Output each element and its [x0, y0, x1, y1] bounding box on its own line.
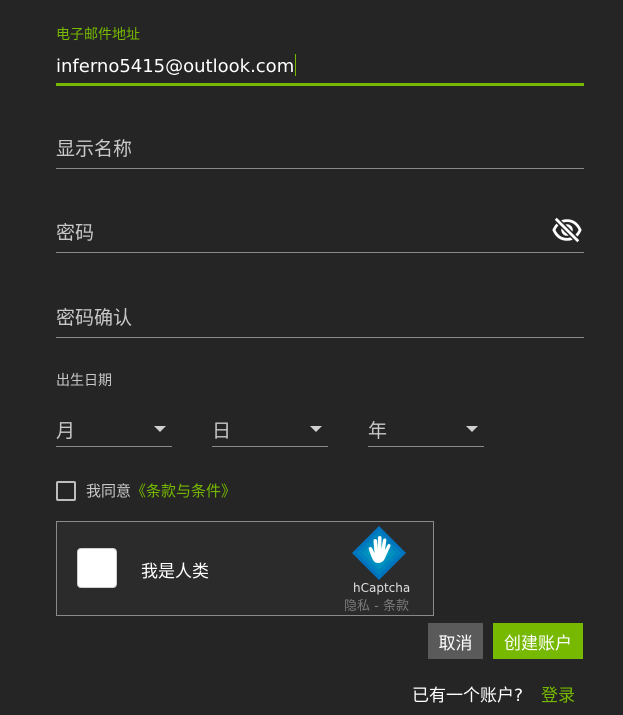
login-question: 已有一个账户?	[412, 686, 524, 706]
terms-link[interactable]: 《条款与条件》	[131, 480, 236, 501]
captcha-privacy-link[interactable]: 隐私	[344, 599, 370, 614]
terms-row: 我同意 《条款与条件》	[56, 480, 236, 501]
email-label: 电子邮件地址	[56, 27, 140, 43]
day-select-value: 日	[212, 420, 232, 442]
hcaptcha-logo-icon	[352, 526, 406, 580]
chevron-down-icon	[466, 426, 478, 432]
captcha-separator: -	[370, 599, 383, 614]
email-value: inferno5415@outlook.com	[56, 56, 295, 77]
birthdate-label: 出生日期	[56, 373, 112, 389]
chevron-down-icon	[310, 426, 322, 432]
year-underline	[368, 446, 484, 447]
month-select-value: 月	[56, 420, 76, 442]
captcha-terms-link[interactable]: 条款	[383, 599, 409, 614]
captcha-links: 隐私 - 条款	[344, 595, 409, 614]
terms-checkbox[interactable]	[56, 480, 76, 501]
display-name-field[interactable]: 显示名称	[56, 134, 584, 170]
eye-off-icon[interactable]	[552, 215, 582, 245]
captcha-widget: 我是人类 hCaptcha 隐私 - 条款	[56, 521, 434, 616]
password-placeholder: 密码	[56, 222, 95, 244]
cancel-button[interactable]: 取消	[428, 623, 483, 659]
captcha-label: 我是人类	[141, 562, 209, 582]
email-underline	[56, 83, 584, 86]
password-underline	[56, 252, 584, 253]
password-confirm-placeholder: 密码确认	[56, 307, 133, 329]
chevron-down-icon	[154, 426, 166, 432]
day-underline	[212, 446, 328, 447]
terms-prefix: 我同意	[86, 482, 132, 500]
email-input[interactable]: inferno5415@outlook.com	[56, 54, 297, 77]
email-field[interactable]: 电子邮件地址 inferno5415@outlook.com	[56, 24, 584, 86]
password-confirm-field[interactable]: 密码确认	[56, 303, 584, 339]
month-select[interactable]: 月	[56, 412, 172, 448]
display-name-placeholder: 显示名称	[56, 138, 133, 160]
captcha-checkbox[interactable]	[77, 548, 117, 588]
year-select-value: 年	[368, 420, 388, 442]
text-caret	[295, 54, 297, 76]
password-confirm-underline	[56, 337, 584, 338]
create-account-button[interactable]: 创建账户	[493, 623, 583, 659]
login-row: 已有一个账户? 登录	[412, 681, 575, 706]
year-select[interactable]: 年	[368, 412, 484, 448]
day-select[interactable]: 日	[212, 412, 328, 448]
password-field[interactable]: 密码	[56, 215, 584, 254]
captcha-brand: hCaptcha	[353, 581, 411, 595]
login-link[interactable]: 登录	[541, 686, 575, 706]
month-underline	[56, 446, 172, 447]
display-name-underline	[56, 168, 584, 169]
